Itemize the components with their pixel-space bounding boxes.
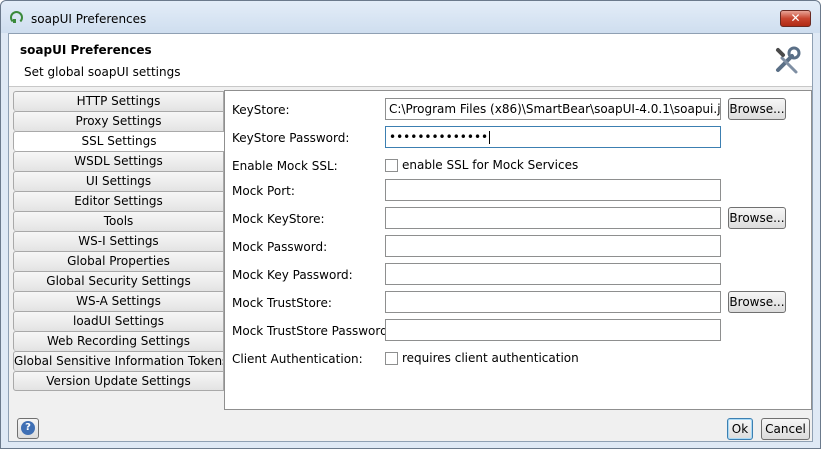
enable-mock-ssl-checkbox[interactable] bbox=[385, 159, 398, 172]
enable-mock-ssl-checkbox-label[interactable]: enable SSL for Mock Services bbox=[402, 158, 578, 172]
keystore-password-label: KeyStore Password: bbox=[232, 131, 350, 145]
client-authentication-checkbox-label[interactable]: requires client authentication bbox=[402, 351, 579, 365]
tab-loadui-settings[interactable]: loadUI Settings bbox=[13, 311, 224, 331]
soapui-app-icon bbox=[10, 11, 23, 24]
preferences-dialog: soapUI Preferences ✕ soapUI Preferences … bbox=[0, 0, 821, 449]
keystore-password-input[interactable]: •••••••••••••• bbox=[385, 126, 721, 148]
mock-truststore-browse-button[interactable]: Browse... bbox=[728, 291, 786, 313]
help-button[interactable]: ? bbox=[17, 418, 39, 439]
window-title: soapUI Preferences bbox=[31, 12, 147, 26]
dialog-header: soapUI Preferences Set global soapUI set… bbox=[9, 34, 812, 87]
mock-password-input[interactable] bbox=[385, 235, 721, 257]
tab-global-sensitive-information-tokens[interactable]: Global Sensitive Information Tokens bbox=[13, 351, 224, 371]
header-subtitle: Set global soapUI settings bbox=[24, 65, 181, 79]
mock-truststore-password-input[interactable] bbox=[385, 319, 721, 341]
header-title: soapUI Preferences bbox=[20, 43, 152, 57]
mock-port-label: Mock Port: bbox=[232, 184, 295, 198]
mock-password-label: Mock Password: bbox=[232, 240, 328, 254]
cancel-button[interactable]: Cancel bbox=[761, 418, 810, 440]
tab-ui-settings[interactable]: UI Settings bbox=[13, 171, 224, 191]
text-caret bbox=[489, 131, 491, 144]
dialog-body: soapUI Preferences Set global soapUI set… bbox=[8, 33, 813, 442]
keystore-label: KeyStore: bbox=[232, 103, 290, 117]
ssl-settings-panel: KeyStore: C:\Program Files (x86)\SmartBe… bbox=[224, 90, 812, 410]
title-bar[interactable]: soapUI Preferences ✕ bbox=[1, 1, 820, 33]
tab-version-update-settings[interactable]: Version Update Settings bbox=[13, 371, 224, 391]
tools-icon bbox=[776, 46, 801, 74]
tab-http-settings[interactable]: HTTP Settings bbox=[13, 91, 224, 111]
keystore-input[interactable]: C:\Program Files (x86)\SmartBear\soapUI-… bbox=[385, 98, 721, 120]
mock-keystore-label: Mock KeyStore: bbox=[232, 212, 325, 226]
tab-wsdl-settings[interactable]: WSDL Settings bbox=[13, 151, 224, 171]
tab-editor-settings[interactable]: Editor Settings bbox=[13, 191, 224, 211]
mock-keystore-input[interactable] bbox=[385, 207, 721, 229]
tab-ws-i-settings[interactable]: WS-I Settings bbox=[13, 231, 224, 251]
tab-ssl-settings[interactable]: SSL Settings bbox=[13, 131, 224, 151]
mock-key-password-label: Mock Key Password: bbox=[232, 268, 353, 282]
help-icon: ? bbox=[21, 421, 35, 435]
mock-key-password-input[interactable] bbox=[385, 263, 721, 285]
tab-global-security-settings[interactable]: Global Security Settings bbox=[13, 271, 224, 291]
tab-web-recording-settings[interactable]: Web Recording Settings bbox=[13, 331, 224, 351]
tab-tools[interactable]: Tools bbox=[13, 211, 224, 231]
ok-button[interactable]: Ok bbox=[727, 418, 753, 440]
settings-tab-list: HTTP Settings Proxy Settings SSL Setting… bbox=[13, 91, 224, 391]
close-button[interactable]: ✕ bbox=[780, 10, 811, 27]
mock-truststore-password-label: Mock TrustStore Password: bbox=[232, 324, 392, 338]
client-authentication-label: Client Authentication: bbox=[232, 352, 363, 366]
client-authentication-checkbox[interactable] bbox=[385, 352, 398, 365]
mock-truststore-label: Mock TrustStore: bbox=[232, 296, 332, 310]
mock-keystore-browse-button[interactable]: Browse... bbox=[728, 207, 786, 229]
tab-proxy-settings[interactable]: Proxy Settings bbox=[13, 111, 224, 131]
mock-truststore-input[interactable] bbox=[385, 291, 721, 313]
tab-global-properties[interactable]: Global Properties bbox=[13, 251, 224, 271]
keystore-browse-button[interactable]: Browse... bbox=[728, 98, 786, 120]
tab-ws-a-settings[interactable]: WS-A Settings bbox=[13, 291, 224, 311]
enable-mock-ssl-label: Enable Mock SSL: bbox=[232, 159, 338, 173]
keystore-password-value: •••••••••••••• bbox=[389, 130, 489, 144]
mock-port-input[interactable] bbox=[385, 179, 721, 201]
